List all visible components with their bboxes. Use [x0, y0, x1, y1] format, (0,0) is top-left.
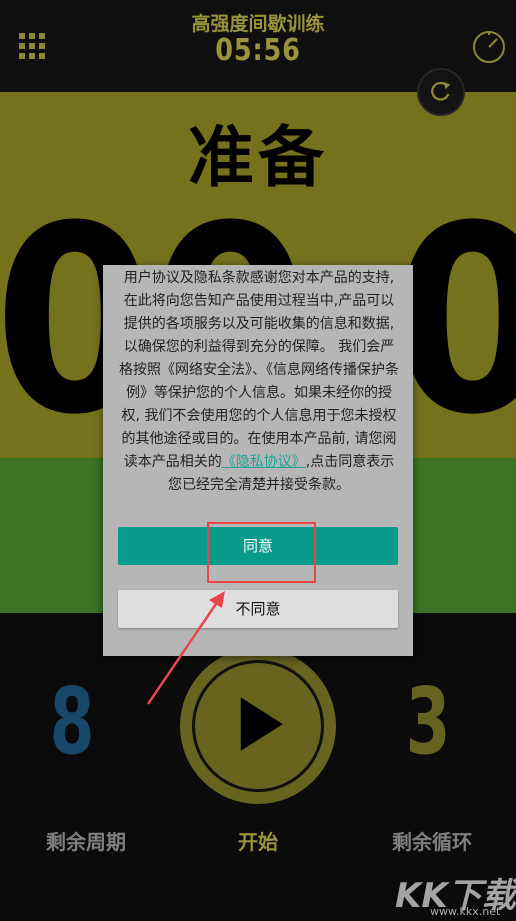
annotation-highlight-box — [207, 522, 316, 583]
privacy-dialog-text: 用户协议及隐私条款感谢您对本产品的支持, 在此将向您告知产品使用过程当中,产品可… — [117, 267, 401, 497]
privacy-dialog: 用户协议及隐私条款感谢您对本产品的支持, 在此将向您告知产品使用过程当中,产品可… — [103, 265, 413, 656]
privacy-policy-link[interactable]: 《隐私协议》 — [222, 454, 306, 470]
privacy-text-body: 用户协议及隐私条款感谢您对本产品的支持, 在此将向您告知产品使用过程当中,产品可… — [119, 270, 399, 470]
disagree-button[interactable]: 不同意 — [118, 590, 398, 628]
